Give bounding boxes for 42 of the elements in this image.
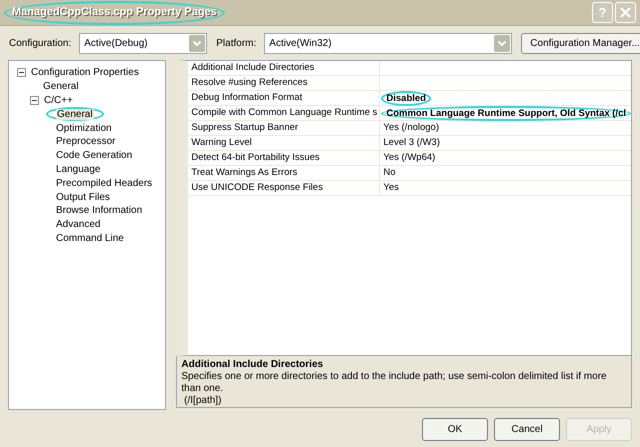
- collapse-icon[interactable]: [17, 68, 26, 78]
- property-name[interactable]: Compile with Common Language Runtime s: [188, 106, 380, 120]
- property-value[interactable]: No: [380, 166, 399, 180]
- description-title: Additional Include Directories: [181, 359, 324, 371]
- collapse-icon[interactable]: [30, 96, 39, 105]
- close-button[interactable]: [615, 2, 636, 23]
- tree-item[interactable]: Code Generation: [55, 148, 134, 164]
- tree-item[interactable]: Language: [55, 162, 102, 177]
- property-name[interactable]: Debug Information Format: [188, 91, 380, 105]
- tree-item[interactable]: General: [42, 79, 80, 94]
- description-text: Specifies one or more directories to add to the include path; use semi-colon delimited list if more than one. (/I[path]): [181, 371, 608, 407]
- dropdown[interactable]: Active(Debug): [79, 32, 208, 54]
- tree-item[interactable]: Advanced: [55, 217, 102, 232]
- property-value[interactable]: Yes (/Wp64): [380, 151, 438, 165]
- property-value[interactable]: Yes (/nologo): [380, 121, 442, 135]
- property-name[interactable]: Treat Warnings As Errors: [188, 166, 380, 180]
- property-name[interactable]: Detect 64-bit Portability Issues: [188, 151, 380, 165]
- dialog-button[interactable]: OK: [422, 418, 488, 441]
- tree-item[interactable]: Precompiled Headers: [55, 176, 154, 191]
- tree-item[interactable]: Command Line: [55, 230, 125, 246]
- property-name[interactable]: Suppress Startup Banner: [188, 121, 380, 135]
- tree-item[interactable]: General: [56, 108, 94, 120]
- property-name[interactable]: Resolve #using References: [188, 76, 380, 90]
- tree-item[interactable]: C/C++: [43, 93, 74, 108]
- close-icon[interactable]: [620, 7, 631, 18]
- property-name[interactable]: Use UNICODE Response Files: [188, 181, 380, 195]
- dropdown[interactable]: Active(Win32): [264, 32, 512, 54]
- tree-item[interactable]: Preprocessor: [55, 134, 116, 150]
- property-value[interactable]: Level 3 (/W3): [380, 136, 443, 150]
- property-value[interactable]: Disabled: [386, 93, 426, 104]
- property-name[interactable]: Warning Level: [188, 136, 380, 150]
- dialog-button[interactable]: Cancel: [494, 418, 560, 441]
- tree-item[interactable]: Browse Information: [55, 203, 144, 218]
- property-value[interactable]: Yes: [380, 181, 402, 195]
- tree-item[interactable]: Configuration Properties: [30, 65, 140, 80]
- property-name[interactable]: Additional Include Directories: [188, 61, 380, 75]
- tree-item[interactable]: Output Files: [55, 190, 111, 205]
- tree-item[interactable]: Optimization: [55, 120, 113, 136]
- combo-label: Platform:: [216, 36, 256, 50]
- window-title: ManagedCppClass.cpp Property Pages: [12, 5, 217, 20]
- combo-label: Configuration:: [9, 36, 72, 50]
- configuration-manager-button[interactable]: Configuration Manager...: [521, 32, 640, 54]
